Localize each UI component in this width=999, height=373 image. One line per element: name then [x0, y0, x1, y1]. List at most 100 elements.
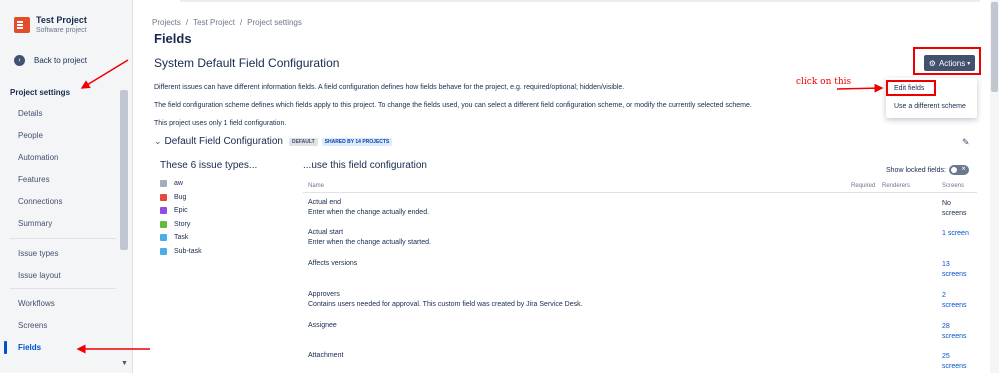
annotation-box-actions — [913, 47, 981, 75]
project-name: Test Project — [36, 15, 87, 25]
table-header-divider — [303, 192, 977, 193]
menu-item-use-different-scheme[interactable]: Use a different scheme — [894, 103, 966, 110]
sidebar-item-issue-types[interactable]: Issue types — [18, 249, 58, 258]
section-name: Default Field Configuration — [164, 136, 283, 147]
field-name: Actual start — [308, 229, 344, 236]
sidebar-item-connections[interactable]: Connections — [18, 197, 62, 206]
field-screens-count: 2 — [942, 292, 946, 299]
description-1: Different issues can have different info… — [154, 84, 625, 91]
story-icon — [160, 221, 167, 228]
issue-types-heading: These 6 issue types... — [160, 160, 258, 171]
page-scrollbar-thumb[interactable] — [991, 2, 998, 92]
show-locked-toggle[interactable] — [948, 164, 969, 175]
issue-type-item: Story — [160, 221, 190, 228]
sidebar-item-fields[interactable]: Fields — [18, 343, 41, 352]
issue-type-label: Sub-task — [174, 248, 202, 255]
field-screens-count: 13 — [942, 261, 950, 268]
field-name: Approvers — [308, 291, 340, 298]
field-screens-link[interactable]: 28 screens — [942, 322, 967, 342]
column-renderers[interactable]: Renderers — [882, 183, 910, 189]
field-screens-unit: screens — [942, 363, 967, 370]
field-name: Affects versions — [308, 260, 358, 267]
arrow-left-icon: ‹ — [14, 55, 25, 66]
field-screens-link[interactable]: 2 screens — [942, 291, 967, 311]
field-screens-unit: screens — [942, 333, 967, 340]
issue-type-label: aw — [174, 180, 183, 187]
chevron-down-icon[interactable]: ⌄ — [154, 136, 162, 147]
issue-type-item: aw — [160, 180, 183, 187]
field-screens-count: 1 screen — [942, 230, 969, 237]
issue-type-label: Task — [174, 234, 189, 241]
default-badge: DEFAULT — [288, 137, 318, 146]
sidebar-item-details[interactable]: Details — [18, 109, 42, 118]
breadcrumb-separator: / — [239, 18, 243, 27]
column-name[interactable]: Name — [308, 183, 324, 189]
field-screens-unit: screens — [942, 302, 967, 309]
project-logo-icon — [14, 17, 30, 33]
sidebar-item-people[interactable]: People — [18, 131, 43, 140]
field-screens-count: 25 — [942, 353, 950, 360]
field-screens-unit: screens — [942, 271, 967, 278]
annotation-box-edit-fields — [886, 80, 936, 96]
annotation-arrow-edit-fields — [836, 83, 884, 93]
issue-type-item: Epic — [160, 207, 188, 214]
field-screens-count: No — [942, 200, 951, 207]
project-type: Software project — [36, 27, 87, 34]
sidebar-item-features[interactable]: Features — [18, 175, 50, 184]
issue-type-item: Bug — [160, 194, 186, 201]
column-screens[interactable]: Screens — [942, 183, 964, 189]
issue-type-item: Task — [160, 234, 188, 241]
epic-icon — [160, 207, 167, 214]
description-2: The field configuration scheme defines w… — [154, 102, 752, 109]
issue-type-label: Story — [174, 221, 191, 228]
top-border — [180, 0, 980, 2]
field-description: Enter when the change actually ended. — [308, 209, 430, 216]
sidebar: Test Project Software project ‹ Back to … — [0, 0, 133, 373]
sidebar-divider — [10, 238, 116, 239]
issue-type-aw-icon — [160, 180, 167, 187]
field-name: Actual end — [308, 199, 342, 206]
field-name: Attachment — [308, 352, 344, 359]
back-to-project-link[interactable]: ‹ Back to project — [14, 55, 87, 66]
page-title: Fields — [154, 31, 192, 46]
field-config-section-header[interactable]: ⌄ Default Field Configuration DEFAULT SH… — [154, 136, 396, 147]
field-config-heading: ...use this field configuration — [303, 160, 427, 171]
sidebar-item-issue-layout[interactable]: Issue layout — [18, 271, 61, 280]
issue-type-label: Bug — [174, 194, 187, 201]
annotation-text: click on this — [796, 77, 852, 87]
sidebar-item-automation[interactable]: Automation — [18, 153, 58, 162]
field-description: Enter when the change actually started. — [308, 239, 431, 246]
task-icon — [160, 234, 167, 241]
column-required[interactable]: Required — [851, 183, 875, 189]
field-screens-link[interactable]: 25 screens — [942, 352, 967, 372]
subtask-icon — [160, 248, 167, 255]
scroll-down-icon[interactable]: ▼ — [121, 360, 128, 367]
field-screens-link[interactable]: 13 screens — [942, 260, 967, 280]
breadcrumb: Projects / Test Project / Project settin… — [152, 18, 307, 27]
sidebar-item-summary[interactable]: Summary — [18, 219, 52, 228]
field-screens-count: 28 — [942, 323, 950, 330]
sidebar-divider — [10, 288, 116, 289]
breadcrumb-test-project[interactable]: Test Project — [193, 18, 235, 27]
bug-icon — [160, 194, 167, 201]
config-title: System Default Field Configuration — [154, 56, 340, 70]
sidebar-scrollbar[interactable] — [120, 90, 128, 250]
field-screens: No screens — [942, 199, 967, 219]
back-label: Back to project — [34, 56, 87, 65]
show-locked-label: Show locked fields: — [886, 166, 946, 174]
field-description: Contains users needed for approval. This… — [308, 301, 583, 308]
shared-badge: SHARED BY 14 PROJECTS — [321, 137, 393, 146]
breadcrumb-projects[interactable]: Projects — [152, 18, 181, 27]
show-locked-fields: Show locked fields: — [886, 164, 969, 175]
issue-type-item: Sub-task — [160, 248, 202, 255]
field-screens-link[interactable]: 1 screen — [942, 229, 969, 239]
sidebar-item-screens[interactable]: Screens — [18, 321, 47, 330]
project-settings-heading: Project settings — [10, 88, 71, 97]
field-name: Assignee — [308, 322, 337, 329]
breadcrumb-separator: / — [185, 18, 189, 27]
pencil-icon[interactable]: ✎ — [962, 137, 970, 148]
sidebar-item-workflows[interactable]: Workflows — [18, 299, 55, 308]
project-header[interactable]: Test Project Software project — [14, 15, 87, 36]
breadcrumb-project-settings[interactable]: Project settings — [247, 18, 302, 27]
issue-type-label: Epic — [174, 207, 188, 214]
